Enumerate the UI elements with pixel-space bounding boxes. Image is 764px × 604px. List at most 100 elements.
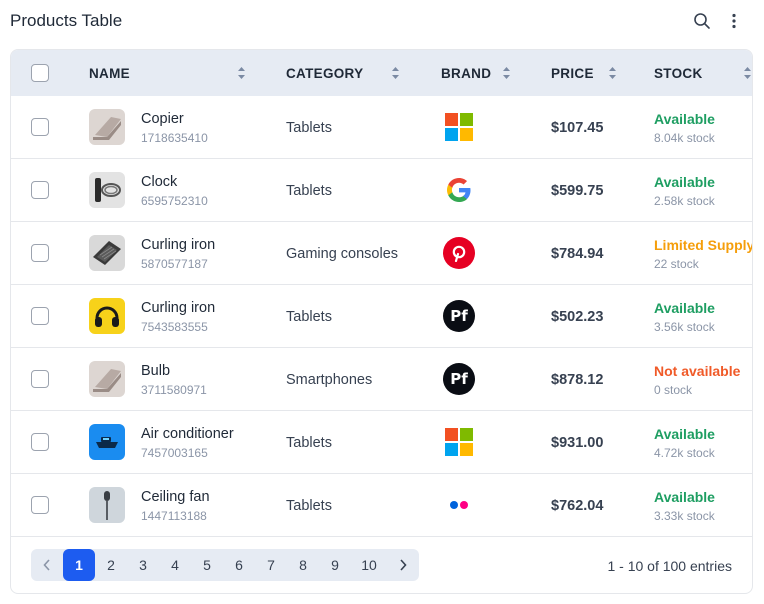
product-price: $762.04 [551,498,604,514]
stock-status: Available [654,111,715,127]
product-category: Tablets [286,435,332,451]
product-category: Gaming consoles [286,246,399,262]
pagination: 1 2 3 4 5 6 7 8 9 10 [31,549,419,581]
column-header-category[interactable]: CATEGORY [286,50,363,96]
google-logo [443,174,475,206]
table-header: NAME CATEGORY BRAND PRICE STOCK [11,50,752,96]
product-price: $502.23 [551,309,604,325]
row-checkbox[interactable] [31,307,49,325]
product-thumbnail [89,424,125,460]
sort-icon[interactable] [237,66,246,80]
column-header-stock[interactable]: STOCK [654,50,703,96]
table-row[interactable]: Curling iron 5870577187 Gaming consoles … [11,222,753,285]
page-button[interactable]: 7 [255,549,287,581]
product-price: $107.45 [551,120,604,136]
stock-status: Limited Supply [654,237,753,253]
chevron-left-icon[interactable] [31,549,63,581]
product-thumbnail [89,235,125,271]
product-sku: 1718635410 [141,131,208,145]
stock-count: 2.58k stock [654,194,715,208]
product-sku: 3711580971 [141,383,207,397]
flickr-logo [443,489,475,521]
row-checkbox[interactable] [31,181,49,199]
column-header-price[interactable]: PRICE [551,50,594,96]
page-button[interactable]: 8 [287,549,319,581]
product-price: $599.75 [551,183,604,199]
table-row[interactable]: Clock 6595752310 Tablets $599.75 Availab… [11,159,752,222]
product-sku: 5870577187 [141,257,208,271]
table-row[interactable]: Ceiling fan 1447113188 Tablets $762.04 A… [11,474,752,537]
product-price: $784.94 [551,246,604,262]
product-price: $878.12 [551,372,604,388]
sort-icon[interactable] [743,66,752,80]
pf-logo: Pf [443,300,475,332]
microsoft-logo [443,111,475,143]
sort-icon[interactable] [391,66,400,80]
table-row[interactable]: Bulb 3711580971 Smartphones Pf $878.12 N… [11,348,752,411]
sort-icon[interactable] [502,66,511,80]
page-button[interactable]: 4 [159,549,191,581]
row-checkbox[interactable] [31,118,49,136]
stock-count: 8.04k stock [654,131,715,145]
product-category: Tablets [286,309,332,325]
pinterest-logo [443,237,475,269]
table-row[interactable]: Copier 1718635410 Tablets $107.45 Availa… [11,96,752,159]
stock-count: 0 stock [654,383,693,397]
page-button[interactable]: 1 [63,549,95,581]
product-thumbnail [89,361,125,397]
stock-count: 3.33k stock [654,509,715,523]
product-category: Smartphones [286,372,373,388]
product-thumbnail [89,298,125,334]
row-checkbox[interactable] [31,433,49,451]
product-thumbnail [89,172,125,208]
product-sku: 7543583555 [141,320,208,334]
stock-status: Available [654,426,715,442]
row-checkbox[interactable] [31,496,49,514]
stock-status: Available [654,489,715,505]
row-checkbox[interactable] [31,244,49,262]
pagination-summary: 1 - 10 of 100 entries [607,558,732,574]
product-sku: 6595752310 [141,194,208,208]
page-button[interactable]: 2 [95,549,127,581]
title-bar: Products Table [10,0,754,42]
product-category: Tablets [286,183,332,199]
stock-status: Not available [654,363,741,379]
stock-count: 22 stock [654,257,699,271]
column-header-brand[interactable]: BRAND [441,50,491,96]
product-thumbnail [89,109,125,145]
table-row[interactable]: Curling iron 7543583555 Tablets Pf $502.… [11,285,752,348]
search-icon[interactable] [692,11,712,31]
product-sku: 1447113188 [141,509,207,523]
page-button[interactable]: 6 [223,549,255,581]
product-name[interactable]: Clock [141,174,177,190]
page-button[interactable]: 5 [191,549,223,581]
product-name[interactable]: Ceiling fan [141,489,210,505]
products-table-card: NAME CATEGORY BRAND PRICE STOCK Copier 1… [10,49,753,594]
product-name[interactable]: Curling iron [141,300,215,316]
product-thumbnail [89,487,125,523]
product-category: Tablets [286,498,332,514]
select-all-checkbox[interactable] [31,64,49,82]
product-name[interactable]: Curling iron [141,237,215,253]
row-checkbox[interactable] [31,370,49,388]
title-actions [692,11,744,31]
page-button[interactable]: 3 [127,549,159,581]
table-row[interactable]: Air conditioner 7457003165 Tablets $931.… [11,411,752,474]
column-header-name[interactable]: NAME [89,50,130,96]
sort-icon[interactable] [608,66,617,80]
page-button[interactable]: 10 [351,549,387,581]
pf-logo: Pf [443,363,475,395]
microsoft-logo [443,426,475,458]
product-category: Tablets [286,120,332,136]
stock-status: Available [654,300,715,316]
stock-count: 3.56k stock [654,320,715,334]
stock-status: Available [654,174,715,190]
product-name[interactable]: Copier [141,111,184,127]
product-sku: 7457003165 [141,446,208,460]
chevron-right-icon[interactable] [387,549,419,581]
product-name[interactable]: Bulb [141,363,170,379]
more-vertical-icon[interactable] [724,11,744,31]
page-button[interactable]: 9 [319,549,351,581]
product-name[interactable]: Air conditioner [141,426,234,442]
page-title: Products Table [10,11,123,30]
